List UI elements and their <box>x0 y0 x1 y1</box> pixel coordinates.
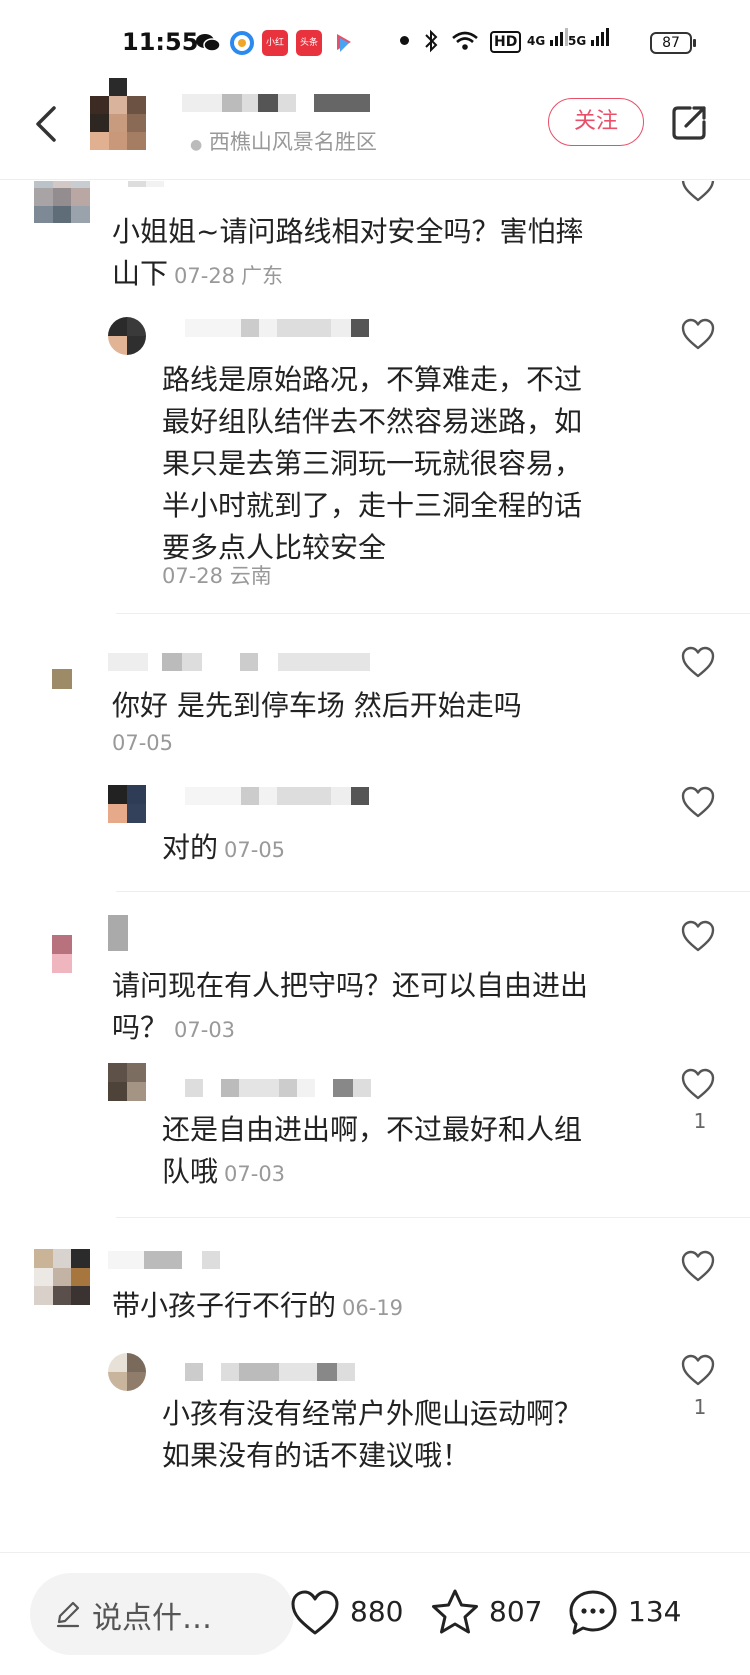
location-label: 西樵山风景名胜区 <box>208 130 377 154</box>
commenter-avatar[interactable] <box>52 935 72 973</box>
reply-region: 云南 <box>229 564 272 588</box>
status-bar: 11:55 小红书 头条 HD 4G 5G 87 <box>0 0 750 80</box>
reply-body[interactable]: 还是自由进出啊，不过最好和人组队哦 07-03 <box>162 1109 592 1195</box>
divider <box>116 613 750 614</box>
comment-date: 07-03 <box>174 1018 236 1042</box>
back-button[interactable] <box>28 100 68 148</box>
comment-text[interactable]: 你好 是先到停车场 然后开始走吗 <box>112 685 612 727</box>
like-post-icon[interactable] <box>288 1587 342 1639</box>
comment-bubble-icon[interactable] <box>566 1587 620 1639</box>
wechat-icon <box>195 30 221 56</box>
like-icon[interactable] <box>680 919 716 953</box>
battery-indicator: 87 <box>650 32 696 54</box>
follow-button[interactable]: 关注 <box>548 98 644 146</box>
post-header: ● 西樵山风景名胜区 关注 <box>0 78 750 180</box>
replier-avatar[interactable] <box>108 1063 146 1101</box>
comment-body[interactable]: 请问现在有人把守吗？还可以自由进出吗？ 07-03 <box>112 965 612 1051</box>
wifi-icon <box>450 28 480 59</box>
hd-badge: HD <box>490 31 522 53</box>
reply-date: 07-28 <box>162 564 224 588</box>
comment-region: 广东 <box>241 264 284 288</box>
5g-label: 5G <box>568 34 587 48</box>
share-icon[interactable] <box>670 102 710 142</box>
reply-body[interactable]: 对的 07-05 <box>162 827 592 871</box>
reply-text[interactable]: 路线是原始路况，不算难走，不过最好组队结伴去不然容易迷路，如果只是去第三洞玩一玩… <box>162 359 592 569</box>
replier-avatar[interactable] <box>108 785 146 823</box>
4g-signal: 4G <box>527 28 571 48</box>
commenter-name-redacted <box>128 181 164 187</box>
notification-dot <box>400 36 409 45</box>
like-icon[interactable] <box>680 645 716 679</box>
author-avatar[interactable] <box>90 78 146 150</box>
comment-text: 带小孩子行不行的 <box>112 1289 337 1322</box>
comment-input[interactable]: 说点什… <box>30 1573 294 1655</box>
reply-date: 07-03 <box>224 1162 286 1186</box>
replier-name-redacted <box>185 1079 371 1097</box>
reply-text[interactable]: 小孩有没有经常户外爬山运动啊？如果没有的话不建议哦！ <box>162 1393 592 1477</box>
commenter-avatar[interactable] <box>34 181 90 223</box>
bluetooth-icon <box>422 28 440 59</box>
reply-date: 07-05 <box>224 838 286 862</box>
replier-name-redacted <box>185 1363 355 1381</box>
replier-avatar[interactable] <box>108 1353 146 1391</box>
like-icon[interactable] <box>680 1353 716 1387</box>
comment-body[interactable]: 带小孩子行不行的 06-19 <box>112 1285 612 1329</box>
4g-label: 4G <box>527 34 546 48</box>
comment-list[interactable]: 小姐姐~请问路线相对安全吗？害怕摔山下 07-28 广东 路线是原始路况，不算难走，… <box>0 181 750 1551</box>
location-pin-icon: ● <box>190 137 203 153</box>
favorite-star-icon[interactable] <box>428 1587 482 1639</box>
like-icon[interactable] <box>680 785 716 819</box>
location-tag[interactable]: ● 西樵山风景名胜区 <box>190 126 377 156</box>
comment-body[interactable]: 小姐姐~请问路线相对安全吗？害怕摔山下 07-28 广东 <box>112 211 602 297</box>
replier-name-redacted <box>185 319 369 337</box>
bottom-action-bar: 说点什… 880 807 134 <box>0 1552 750 1675</box>
like-icon[interactable] <box>680 317 716 351</box>
qq-browser-icon <box>229 30 255 56</box>
divider <box>116 1217 750 1218</box>
commenter-name-redacted <box>108 653 370 671</box>
comment-input-placeholder: 说点什… <box>92 1601 212 1636</box>
like-icon[interactable] <box>680 1067 716 1101</box>
reply-meta: 07-28 云南 <box>162 560 272 590</box>
bili-icon <box>331 30 357 56</box>
comment-date: 06-19 <box>342 1296 404 1320</box>
reply-text: 对的 <box>162 831 219 864</box>
favorite-count: 807 <box>489 1595 543 1628</box>
pencil-icon <box>54 1600 82 1628</box>
like-icon[interactable] <box>680 181 716 203</box>
xiaohongshu-icon: 小红书 <box>262 30 288 74</box>
like-count: 880 <box>350 1595 404 1628</box>
commenter-avatar[interactable] <box>52 669 72 689</box>
comment-date: 07-28 <box>174 264 236 288</box>
like-icon[interactable] <box>680 1249 716 1283</box>
author-name-redacted <box>182 94 370 112</box>
toutiao-icon: 头条 <box>296 30 322 56</box>
status-time: 11:55 <box>122 28 199 56</box>
replier-name-redacted <box>185 787 369 805</box>
comment-count: 134 <box>628 1595 682 1628</box>
commenter-avatar[interactable] <box>34 1249 90 1305</box>
like-count: 1 <box>693 1109 707 1133</box>
commenter-name-redacted <box>108 1251 220 1269</box>
commenter-name-redacted <box>108 915 128 951</box>
replier-avatar[interactable] <box>108 317 146 355</box>
5g-signal: 5G <box>568 28 612 48</box>
divider <box>116 891 750 892</box>
comment-date: 07-05 <box>112 731 174 755</box>
like-count: 1 <box>693 1395 707 1419</box>
